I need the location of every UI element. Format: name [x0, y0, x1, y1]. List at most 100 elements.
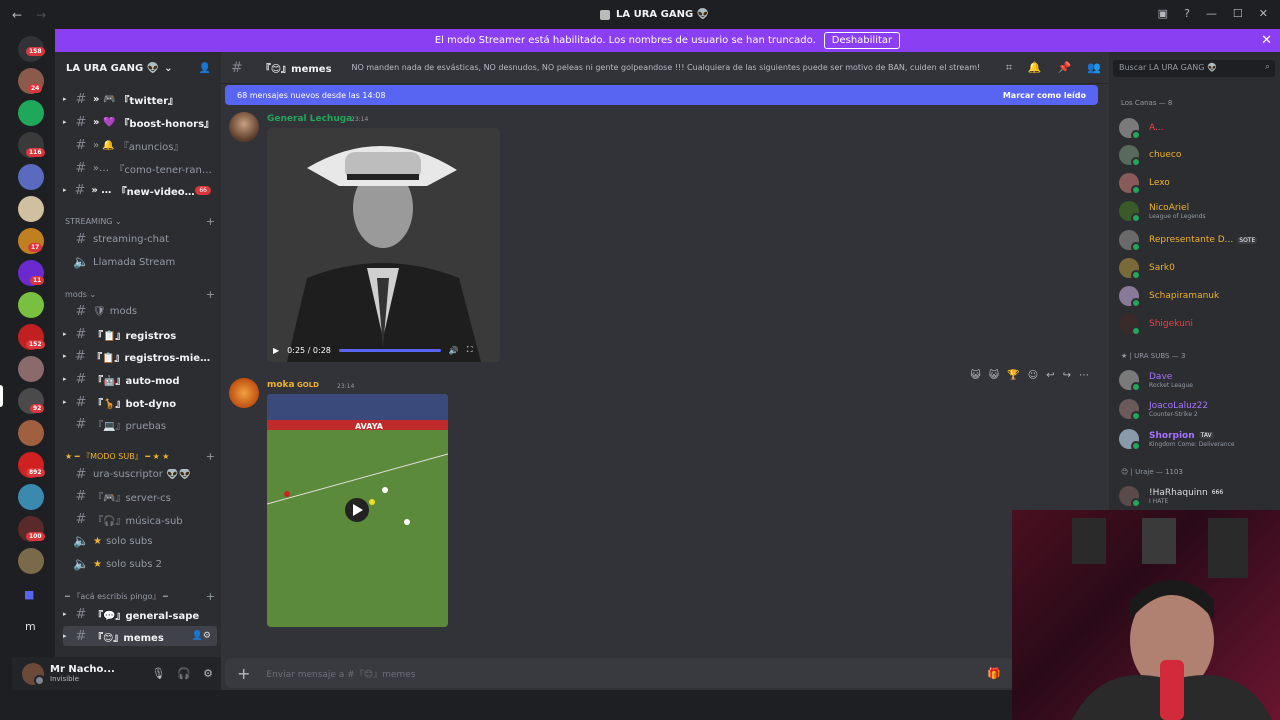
server-icon[interactable] — [18, 420, 44, 446]
add-attachment-icon[interactable]: + — [237, 664, 250, 683]
member-item[interactable]: Lexo — [1119, 170, 1277, 196]
mark-read-button[interactable]: Marcar como leído — [1003, 91, 1086, 100]
message-author[interactable]: moka — [267, 380, 295, 390]
channel-como-tener-rango[interactable]: # » ✏ 『como-tener-rang... — [63, 158, 217, 178]
category-mods[interactable]: mods ⌄ + — [65, 288, 215, 301]
server-icon[interactable] — [18, 292, 44, 318]
channel-general-sape[interactable]: ▸ # 『💬』general-sape — [63, 604, 217, 624]
reply-icon[interactable]: ↩ — [1046, 370, 1054, 381]
category-aca-escribis[interactable]: ━ 『acá escribís pingo』 ━ + — [65, 590, 215, 603]
close-window-icon[interactable]: ✕ — [1259, 7, 1268, 20]
member-item[interactable]: A... — [1119, 115, 1277, 141]
channel-solo-subs-2[interactable]: 🔈 ★ solo subs 2 — [63, 554, 217, 574]
message-timestamp: 23:14 — [337, 383, 355, 390]
reaction-icon[interactable]: 😺 — [989, 370, 999, 381]
member-item[interactable]: Schapiramanuk — [1119, 283, 1277, 309]
category-modo-sub[interactable]: ★ ━ 『MODO SUB』 ━ ★ ★ + — [65, 450, 215, 463]
reaction-icon[interactable]: 😺 — [970, 370, 980, 381]
avatar[interactable] — [22, 662, 45, 686]
member-item[interactable]: NicoAriel League of Legends — [1119, 198, 1277, 224]
add-reaction-icon[interactable]: ☺ — [1028, 370, 1038, 381]
bell-icon[interactable]: 🔔 — [1028, 61, 1042, 75]
member-item[interactable]: Shigekuni — [1119, 311, 1277, 337]
channel-llamada-stream[interactable]: 🔈 Llamada Stream — [63, 252, 217, 272]
video-progress[interactable] — [338, 348, 441, 352]
channel-bot-dyno[interactable]: ▸ # 『🦒』bot-dyno — [63, 392, 217, 412]
category-streaming[interactable]: STREAMING ⌄ + — [65, 215, 215, 228]
member-item[interactable]: Sark0 — [1119, 255, 1277, 281]
channel-settings-icon[interactable]: 👤⚙ — [192, 631, 211, 641]
threads-icon[interactable]: ⌗ — [1006, 61, 1012, 75]
maximize-icon[interactable]: ☐ — [1233, 7, 1243, 20]
member-item[interactable]: !HaRhaquinn 666 I HATE — [1119, 483, 1277, 509]
channel-ura-suscriptor[interactable]: # ura-suscriptor 👽👽 — [63, 464, 217, 484]
add-channel-icon[interactable]: + — [206, 590, 215, 603]
guild-header[interactable]: LA URA GANG 👽 ⌄ 👤 — [55, 52, 221, 84]
search-input[interactable]: Buscar LA URA GANG 👽 ⌕ — [1113, 60, 1275, 77]
headphones-icon[interactable]: 🎧 — [177, 667, 191, 680]
channel-twitter[interactable]: ▸ # » 🎮 『twitter』 — [63, 89, 217, 109]
member-item[interactable]: Representante D... SOTE — [1119, 227, 1277, 253]
member-item[interactable]: chueco — [1119, 142, 1277, 168]
channel-mods[interactable]: # 🛡 mods — [63, 301, 217, 321]
member-item[interactable]: Dave Rocket League — [1119, 367, 1277, 393]
folder-icon[interactable]: ■ — [24, 588, 34, 601]
inbox-icon[interactable]: ▣ — [1158, 7, 1168, 20]
message-composer[interactable]: + Enviar mensaje a #『😊』memes 🎁 — [225, 658, 1015, 688]
volume-icon[interactable]: 🔊 — [449, 346, 459, 355]
add-channel-icon[interactable]: + — [206, 215, 215, 228]
server-icon[interactable] — [18, 164, 44, 190]
add-member-icon[interactable]: 👤 — [199, 63, 211, 74]
add-channel-icon[interactable]: + — [206, 288, 215, 301]
minimize-icon[interactable]: — — [1206, 7, 1217, 20]
channel-pruebas[interactable]: # 『💻』pruebas — [63, 414, 217, 434]
more-icon[interactable]: ⋯ — [1079, 370, 1089, 381]
server-initial-icon[interactable]: m — [25, 620, 36, 633]
video-embed[interactable]: AVAYA — [267, 394, 448, 627]
member-name: Shigekuni — [1149, 319, 1194, 329]
new-messages-bar[interactable]: 68 mensajes nuevos desde las 14:08 Marca… — [225, 85, 1098, 105]
channel-solo-subs[interactable]: 🔈 ★ solo subs — [63, 531, 217, 551]
help-icon[interactable]: ? — [1184, 7, 1190, 20]
forward-icon[interactable]: ↪ — [1063, 370, 1071, 381]
channel-anuncios[interactable]: # » 🔔 『anuncios』 — [63, 135, 217, 155]
member-item[interactable]: Shorpion TAV Kingdom Come: Deliverance — [1119, 426, 1277, 452]
reaction-icon[interactable]: 🏆 — [1007, 370, 1019, 381]
pin-icon[interactable]: 📌 — [1058, 61, 1072, 75]
channel-streaming-chat[interactable]: # streaming-chat — [63, 229, 217, 249]
play-icon[interactable]: ▶ — [273, 346, 279, 355]
channel-registros[interactable]: ▸ # 『📋』registros — [63, 324, 217, 344]
back-arrow-icon[interactable]: ← — [12, 8, 22, 22]
channel-label: ura-suscriptor 👽👽 — [93, 468, 191, 480]
server-icon[interactable] — [18, 196, 44, 222]
avatar[interactable] — [229, 112, 259, 142]
disable-streamer-button[interactable]: Deshabilitar — [823, 32, 901, 49]
microphone-icon[interactable]: 🎙 — [151, 667, 165, 680]
channel-auto-mod[interactable]: ▸ # 『🤖』auto-mod — [63, 369, 217, 389]
avatar[interactable] — [229, 378, 259, 408]
composer-placeholder[interactable]: Enviar mensaje a #『😊』memes — [266, 667, 415, 680]
member-item[interactable]: JoacoLaluz22 Counter-Strike 2 — [1119, 396, 1277, 422]
server-icon[interactable] — [18, 548, 44, 574]
message-author[interactable]: General Lechuga — [267, 114, 352, 124]
fullscreen-icon[interactable]: ⛶ — [467, 345, 473, 355]
add-channel-icon[interactable]: + — [206, 450, 215, 463]
channel-registros-miembros[interactable]: ▸ # 『📋』registros-miem... — [63, 346, 217, 366]
server-icon[interactable] — [18, 356, 44, 382]
settings-gear-icon[interactable]: ⚙ — [203, 667, 213, 680]
server-icon[interactable] — [18, 484, 44, 510]
close-banner-icon[interactable]: ✕ — [1261, 33, 1272, 48]
avatar — [1119, 173, 1141, 195]
gift-icon[interactable]: 🎁 — [987, 667, 1001, 680]
server-icon[interactable] — [18, 100, 44, 126]
member-name: A... — [1149, 123, 1164, 133]
channel-server-cs[interactable]: # 『🎮』server-cs — [63, 486, 217, 506]
channel-boost-honors[interactable]: ▸ # » 💜 『boost-honors』 — [63, 112, 217, 132]
channel-memes[interactable]: ▸ # 『😊』memes 👤⚙ — [63, 626, 217, 646]
channel-musica-sub[interactable]: # 『🎧』música-sub — [63, 509, 217, 529]
video-embed[interactable]: ▶ 0:25 / 0:28 🔊 ⛶ — [267, 128, 500, 362]
forward-arrow-icon[interactable]: → — [36, 8, 46, 22]
channel-new-videos[interactable]: ▸ # » 🎞 『new-videos』 66 — [63, 180, 217, 200]
channel-topic[interactable]: NO manden nada de esvásticas, NO desnudo… — [352, 63, 992, 72]
members-icon[interactable]: 👥 — [1087, 61, 1101, 75]
